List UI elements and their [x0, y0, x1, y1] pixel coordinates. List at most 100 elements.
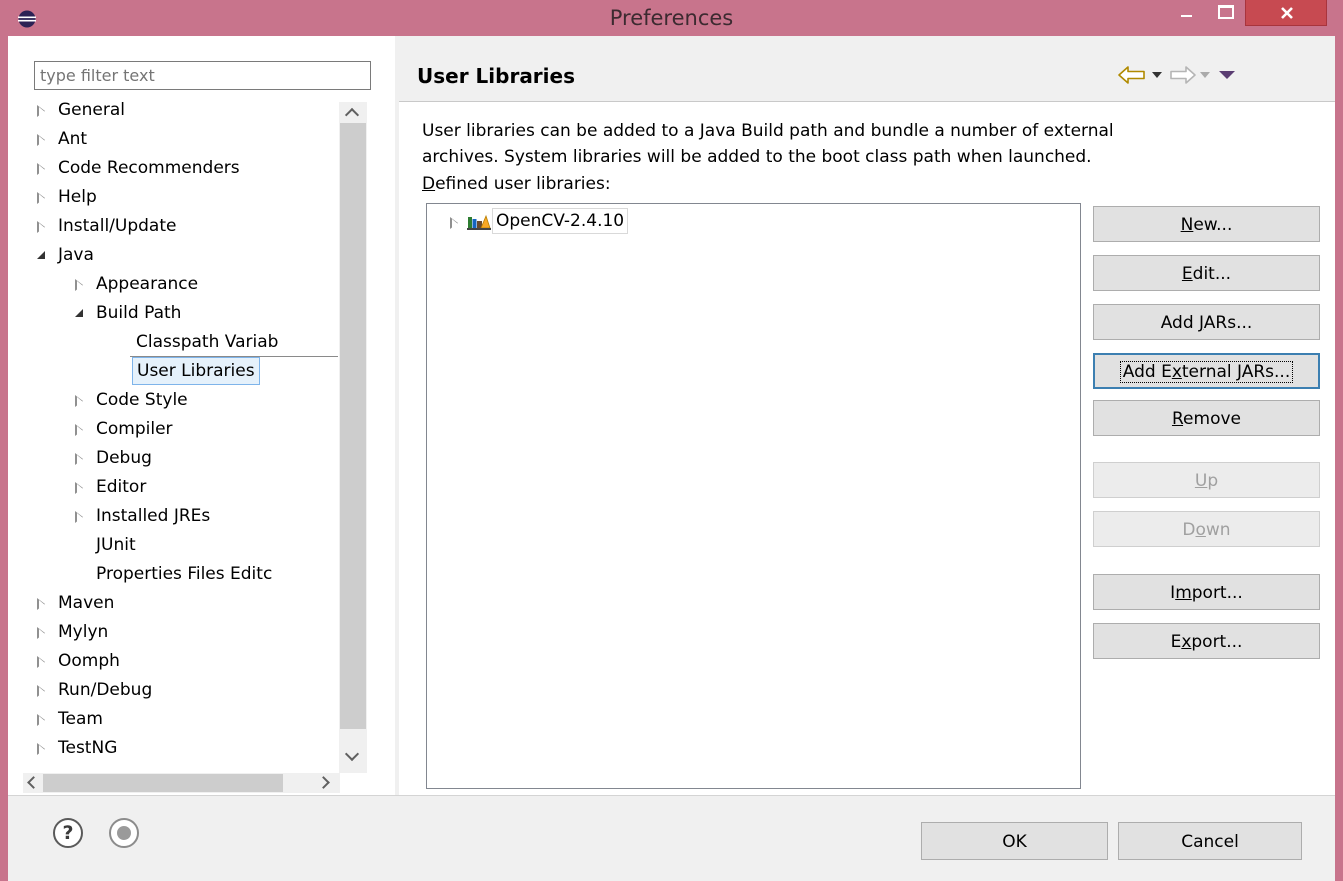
- tree-item-label: TestNG: [58, 738, 118, 758]
- cancel-button[interactable]: Cancel: [1118, 822, 1302, 860]
- tree-vertical-scrollbar[interactable]: [339, 102, 367, 773]
- library-icon: [467, 208, 491, 234]
- tree-item[interactable]: Appearance: [74, 270, 198, 298]
- tree-item[interactable]: Debug: [74, 444, 152, 472]
- import-export-preferences-icon[interactable]: [109, 818, 139, 848]
- tree-item-label: Installed JREs: [96, 506, 211, 526]
- tree-item[interactable]: Compiler: [74, 415, 173, 443]
- scroll-left-icon[interactable]: [27, 776, 40, 789]
- tree-item[interactable]: General: [36, 96, 125, 124]
- tree-item[interactable]: Ant: [36, 125, 87, 153]
- view-menu-icon[interactable]: [1219, 63, 1235, 87]
- new-button[interactable]: New...: [1093, 206, 1320, 242]
- hscroll-thumb[interactable]: [43, 774, 283, 792]
- scroll-up-icon[interactable]: [344, 107, 360, 123]
- expand-twisty-icon[interactable]: [74, 270, 87, 298]
- label-text: ternal JARs...: [1181, 362, 1291, 382]
- back-history-dropdown-icon[interactable]: [1151, 63, 1163, 87]
- mnemonic: R: [1171, 409, 1184, 429]
- expand-twisty-icon[interactable]: [36, 183, 49, 211]
- title-bar[interactable]: Preferences: [0, 0, 1343, 36]
- expand-twisty-icon[interactable]: [74, 473, 87, 501]
- collapse-twisty-icon[interactable]: [74, 299, 87, 327]
- add-jars-button[interactable]: Add JARs...: [1093, 304, 1320, 340]
- expand-twisty-icon[interactable]: [36, 734, 49, 762]
- tree-item[interactable]: Team: [36, 705, 103, 733]
- forward-history-dropdown-icon[interactable]: [1199, 63, 1211, 87]
- forward-arrow-icon[interactable]: [1169, 63, 1197, 87]
- button-label: Add JARs...: [1161, 313, 1253, 333]
- expand-twisty-icon[interactable]: [74, 502, 87, 530]
- expand-twisty-icon[interactable]: [449, 208, 462, 234]
- scroll-right-icon[interactable]: [317, 776, 330, 789]
- tree-item-label: Code Recommenders: [58, 158, 240, 178]
- add-external-jars-button[interactable]: Add External JARs...: [1093, 353, 1320, 389]
- tree-item[interactable]: Java: [36, 241, 94, 269]
- tree-item[interactable]: Mylyn: [36, 618, 108, 646]
- help-icon[interactable]: ?: [53, 818, 83, 848]
- expand-twisty-icon[interactable]: [36, 212, 49, 240]
- tree-item[interactable]: Code Recommenders: [36, 154, 240, 182]
- filter-input[interactable]: [34, 61, 371, 90]
- tree-item[interactable]: Properties Files Editc: [74, 560, 272, 588]
- tree-item[interactable]: Oomph: [36, 647, 120, 675]
- tree-item[interactable]: Installed JREs: [74, 502, 210, 530]
- expand-twisty-icon[interactable]: [36, 125, 49, 153]
- export-button[interactable]: Export...: [1093, 623, 1320, 659]
- remove-button[interactable]: Remove: [1093, 400, 1320, 436]
- tree-item-label: General: [58, 100, 125, 120]
- label-text: E: [1170, 632, 1182, 652]
- tree-item-label: Compiler: [96, 419, 173, 439]
- tree-horizontal-scrollbar[interactable]: [23, 773, 340, 793]
- expand-twisty-icon[interactable]: [36, 647, 49, 675]
- library-row[interactable]: OpenCV-2.4.10: [449, 208, 629, 234]
- down-button[interactable]: Down: [1093, 511, 1320, 547]
- tree-item[interactable]: Install/Update: [36, 212, 176, 240]
- tree-item[interactable]: TestNG: [36, 734, 117, 762]
- tree-item[interactable]: Classpath Variab: [114, 328, 338, 357]
- mnemonic: E: [1181, 264, 1193, 284]
- minimize-button[interactable]: [1170, 0, 1204, 26]
- tree-item[interactable]: Help: [36, 183, 97, 211]
- up-button[interactable]: Up: [1093, 462, 1320, 498]
- expand-twisty-icon[interactable]: [36, 154, 49, 182]
- import-button[interactable]: Import...: [1093, 574, 1320, 610]
- tree-item-label: Install/Update: [58, 216, 177, 236]
- label-text: Add: [1160, 313, 1200, 333]
- scroll-thumb[interactable]: [340, 123, 366, 729]
- mnemonic: m: [1175, 583, 1192, 603]
- expand-twisty-icon[interactable]: [36, 96, 49, 124]
- tree-item[interactable]: Editor: [74, 473, 146, 501]
- tree-item[interactable]: Code Style: [74, 386, 188, 414]
- tree-item[interactable]: Maven: [36, 589, 114, 617]
- button-label: Remove: [1172, 409, 1241, 429]
- expand-twisty-icon[interactable]: [36, 676, 49, 704]
- tree-item[interactable]: Run/Debug: [36, 676, 152, 704]
- expand-twisty-icon[interactable]: [36, 618, 49, 646]
- close-button[interactable]: [1245, 0, 1327, 26]
- label-text: ARs...: [1203, 313, 1253, 333]
- back-arrow-icon[interactable]: [1117, 63, 1147, 87]
- maximize-button[interactable]: [1208, 0, 1242, 26]
- expand-twisty-icon[interactable]: [74, 386, 87, 414]
- collapse-twisty-icon[interactable]: [36, 241, 49, 269]
- expand-twisty-icon[interactable]: [36, 589, 49, 617]
- tree-item[interactable]: Build Path: [74, 299, 181, 327]
- tree-item-label: Java: [58, 245, 94, 265]
- tree-item[interactable]: User Libraries: [114, 357, 260, 385]
- expand-twisty-icon[interactable]: [74, 415, 87, 443]
- expand-twisty-icon[interactable]: [74, 444, 87, 472]
- preferences-tree[interactable]: General Ant Code Recommenders Help Install/U…: [34, 96, 338, 772]
- button-label: Import...: [1170, 583, 1243, 603]
- button-label: Export...: [1171, 632, 1243, 652]
- label-text: wn: [1205, 520, 1231, 540]
- edit-button[interactable]: Edit...: [1093, 255, 1320, 291]
- defined-libraries-label: Defined user libraries:: [422, 174, 611, 194]
- label-text: dit...: [1192, 264, 1232, 284]
- scroll-down-icon[interactable]: [344, 746, 360, 762]
- ok-button[interactable]: OK: [921, 822, 1108, 860]
- user-libraries-tree[interactable]: OpenCV-2.4.10: [426, 203, 1081, 789]
- tree-item[interactable]: JUnit: [74, 531, 136, 559]
- expand-twisty-icon[interactable]: [36, 705, 49, 733]
- tree-item-label: Properties Files Editc: [96, 564, 273, 584]
